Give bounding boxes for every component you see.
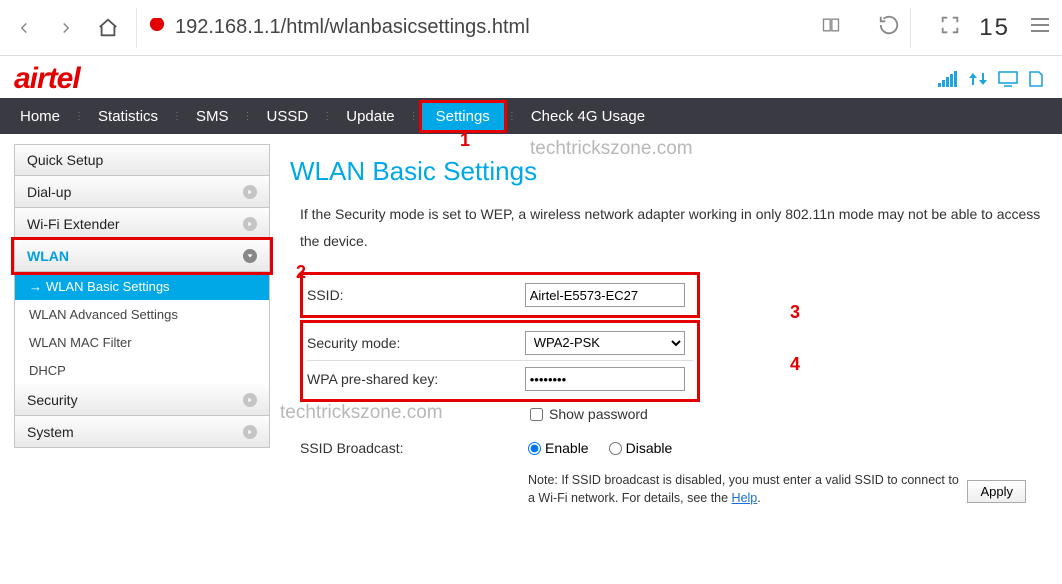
chevron-down-icon — [243, 249, 257, 263]
sidebar-item-label: WLAN Basic Settings — [46, 279, 170, 294]
sidebar: Quick Setup Dial-up Wi-Fi Extender WLAN … — [14, 144, 270, 507]
sidebar-wlan-advanced[interactable]: WLAN Advanced Settings — [15, 300, 269, 328]
show-password-label: Show password — [549, 406, 648, 422]
favicon-icon — [147, 18, 167, 38]
sidebar-dial-up[interactable]: Dial-up — [14, 176, 270, 208]
chevron-right-icon — [243, 217, 257, 231]
security-mode-select[interactable]: WPA2-PSK — [525, 331, 685, 355]
nav-ussd[interactable]: USSD — [253, 100, 323, 133]
page-title: WLAN Basic Settings — [290, 156, 1048, 187]
browser-toolbar: 192.168.1.1/html/wlanbasicsettings.html … — [0, 0, 1062, 56]
ssid-label: SSID: — [307, 287, 525, 303]
sidebar-item-label: Security — [27, 392, 78, 408]
nav-statistics[interactable]: Statistics — [84, 100, 172, 133]
nav-home[interactable]: Home — [6, 100, 74, 133]
updown-icon — [968, 71, 988, 87]
security-note: If the Security mode is set to WEP, a wi… — [290, 201, 1048, 254]
security-group: Security mode: WPA2-PSK WPA pre-shared k… — [300, 320, 700, 402]
url-text: 192.168.1.1/html/wlanbasicsettings.html — [175, 16, 530, 39]
ssid-input[interactable] — [525, 283, 685, 307]
home-icon[interactable] — [94, 14, 122, 42]
forward-icon[interactable] — [52, 14, 80, 42]
back-icon[interactable] — [10, 14, 38, 42]
signal-icon — [938, 71, 958, 87]
disable-radio[interactable] — [609, 442, 622, 455]
enable-radio[interactable] — [528, 442, 541, 455]
sidebar-wlan-dhcp[interactable]: DHCP — [15, 356, 269, 384]
url-bar[interactable]: 192.168.1.1/html/wlanbasicsettings.html — [136, 8, 911, 48]
airtel-logo: airtel — [14, 62, 80, 96]
sidebar-item-label: Quick Setup — [27, 152, 103, 168]
sidebar-system[interactable]: System — [14, 416, 270, 448]
sidebar-item-label: WLAN — [27, 248, 69, 264]
sidebar-item-label: Wi-Fi Extender — [27, 216, 120, 232]
help-link[interactable]: Help — [732, 491, 758, 505]
page-header: airtel — [0, 56, 1062, 98]
ssid-broadcast-label: SSID Broadcast: — [300, 440, 528, 456]
enable-label: Enable — [545, 440, 589, 456]
sidebar-wlan-basic[interactable]: → WLAN Basic Settings — [15, 272, 269, 300]
book-icon[interactable] — [820, 15, 842, 40]
sidebar-quick-setup[interactable]: Quick Setup — [14, 144, 270, 176]
sidebar-wlan[interactable]: WLAN — [14, 240, 270, 272]
chevron-right-icon — [243, 393, 257, 407]
security-mode-label: Security mode: — [307, 335, 525, 351]
sidebar-item-label: System — [27, 424, 74, 440]
status-icons — [938, 71, 1048, 87]
main-panel: techtrickszone.com techtrickszone.com WL… — [290, 144, 1048, 507]
ssid-group: SSID: — [300, 272, 700, 318]
sidebar-item-label: Dial-up — [27, 184, 71, 200]
main-nav: Home⋮ Statistics⋮ SMS⋮ USSD⋮ Update⋮ Set… — [0, 98, 1062, 134]
pc-icon — [998, 71, 1018, 87]
nav-settings[interactable]: Settings — [419, 100, 507, 133]
nav-sms[interactable]: SMS — [182, 100, 243, 133]
chevron-right-icon — [243, 425, 257, 439]
tab-count[interactable]: 15 — [979, 14, 1010, 42]
chevron-right-icon — [243, 185, 257, 199]
arrow-icon: → — [29, 279, 42, 294]
reload-icon[interactable] — [878, 14, 900, 41]
nav-check4g[interactable]: Check 4G Usage — [517, 100, 659, 133]
menu-icon[interactable] — [1028, 13, 1052, 42]
fullscreen-icon[interactable] — [939, 14, 961, 41]
broadcast-enable[interactable]: Enable — [528, 440, 589, 456]
sim-icon — [1028, 71, 1048, 87]
sidebar-security[interactable]: Security — [14, 384, 270, 416]
sidebar-wlan-sublist: → WLAN Basic Settings WLAN Advanced Setti… — [14, 272, 270, 384]
sidebar-wifi-extender[interactable]: Wi-Fi Extender — [14, 208, 270, 240]
apply-button[interactable]: Apply — [967, 480, 1026, 503]
nav-update[interactable]: Update — [332, 100, 408, 133]
sidebar-wlan-mac[interactable]: WLAN MAC Filter — [15, 328, 269, 356]
broadcast-disable[interactable]: Disable — [609, 440, 673, 456]
disable-label: Disable — [626, 440, 673, 456]
wpa-key-input[interactable] — [525, 367, 685, 391]
broadcast-note: Note: If SSID broadcast is disabled, you… — [528, 472, 968, 507]
show-password-checkbox[interactable] — [530, 408, 543, 421]
wpa-key-label: WPA pre-shared key: — [307, 371, 525, 387]
